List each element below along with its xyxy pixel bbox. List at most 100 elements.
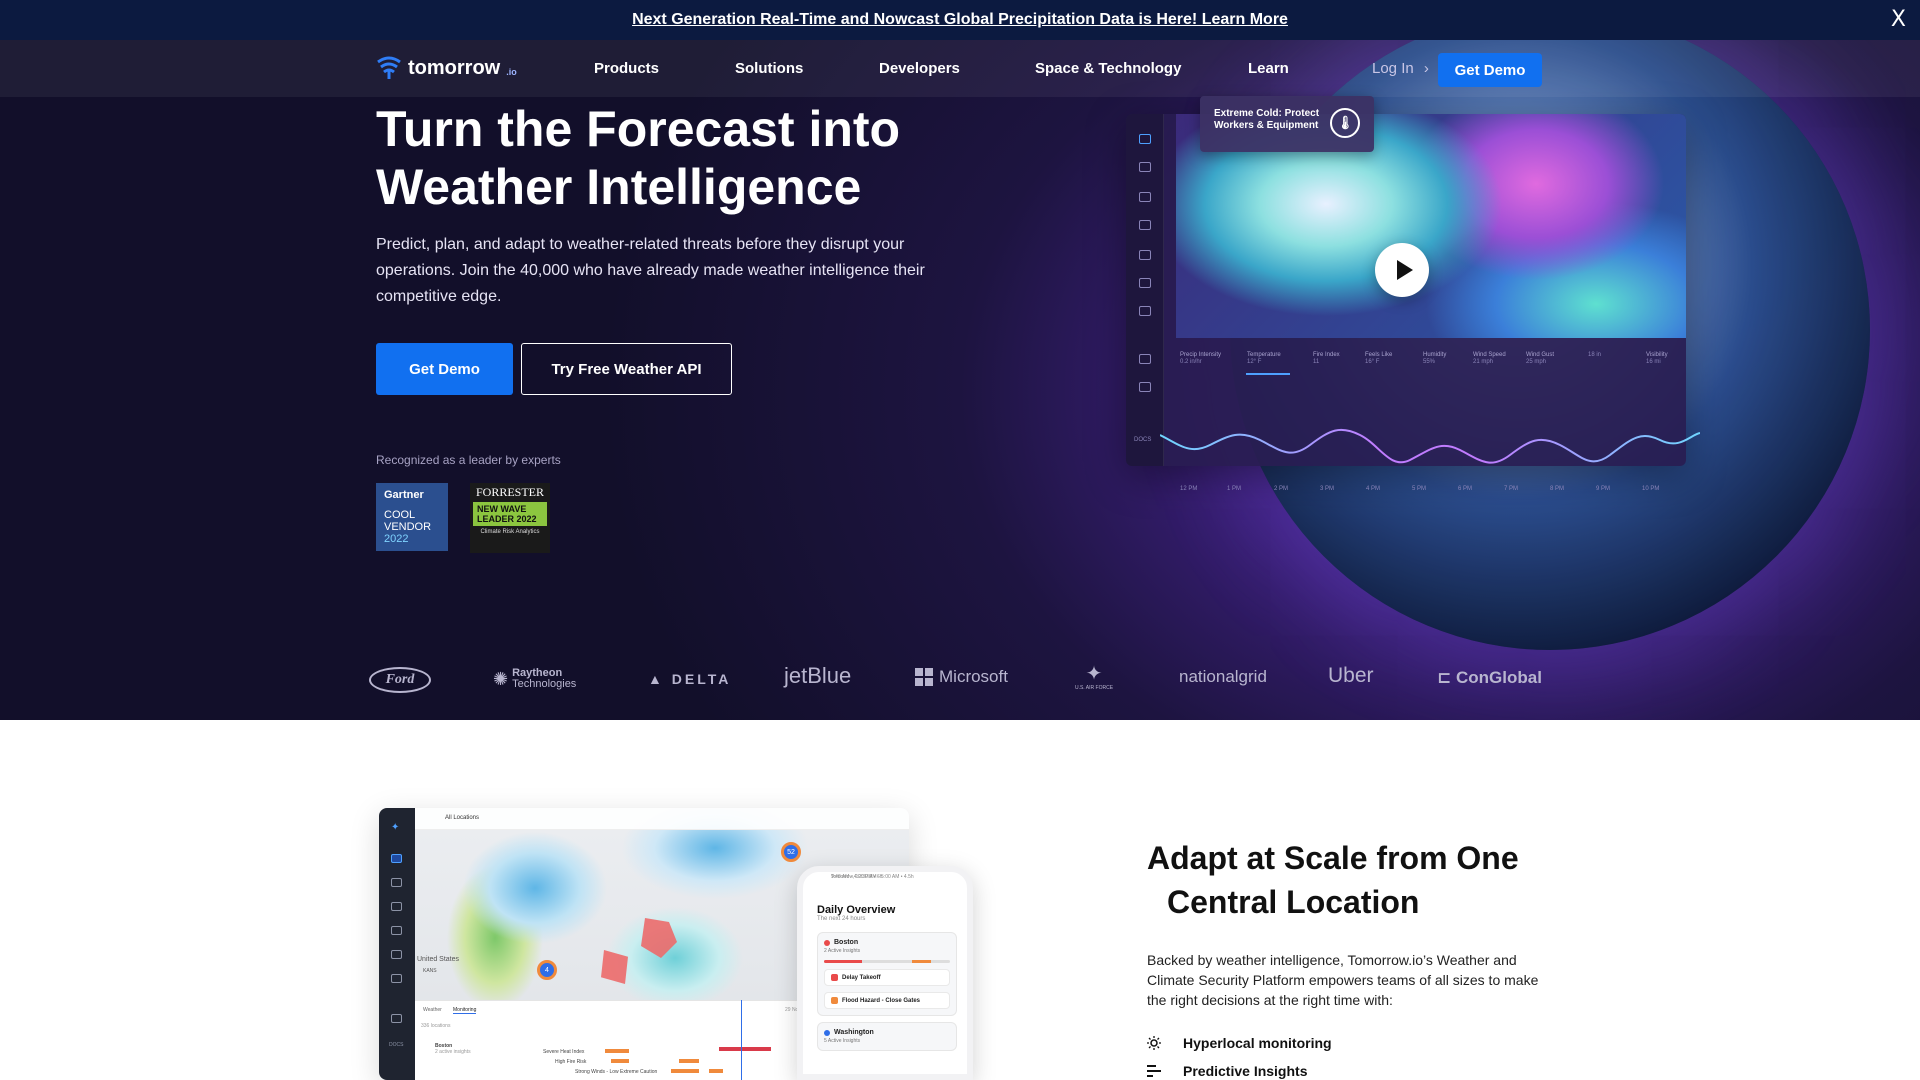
metric-item[interactable]: Precip Intensity 0.2 in/hr xyxy=(1180,352,1221,366)
gantt-label: Severe Heat Index xyxy=(543,1049,585,1055)
metric-item[interactable]: 18 in xyxy=(1588,352,1601,359)
row-sub: 2 active insights xyxy=(435,1049,471,1055)
docs-label: DOCS xyxy=(1134,437,1152,443)
phone-location-card[interactable]: Boston 2 Active Insights Delay Takeoff 9… xyxy=(817,874,957,1016)
location-icon xyxy=(1139,220,1151,230)
location-icon[interactable] xyxy=(391,926,402,935)
phone-city: Boston xyxy=(824,939,950,946)
nav-get-demo-button[interactable]: Get Demo xyxy=(1438,53,1542,87)
forrester-leader: NEW WAVE LEADER 2022 xyxy=(473,502,547,526)
phone-alert[interactable]: Delay Takeoff 9:40 AM - 4:00 PM • 6h xyxy=(824,874,950,986)
nationalgrid-logo: nationalgrid xyxy=(1179,667,1267,686)
status-dot-icon xyxy=(824,1029,830,1036)
location-pin[interactable]: 4 xyxy=(537,960,557,980)
metric-item[interactable]: Visibility 16 mi xyxy=(1646,352,1668,366)
recognized-label: Recognized as a leader by experts xyxy=(376,453,561,467)
metrics-row: Precip Intensity 0.2 in/hr Temperature 12°… xyxy=(1180,352,1700,382)
chart-icon[interactable] xyxy=(391,902,402,911)
platform-sidebar: ✦ DOCS xyxy=(379,808,415,1080)
phone-location-card[interactable]: Washington 5 Active Insights xyxy=(817,1022,957,1051)
play-video-button[interactable] xyxy=(1375,243,1429,297)
announcement-bar: Next Generation Real-Time and Nowcast Gl… xyxy=(0,0,1920,40)
gartner-line1: COOL xyxy=(384,509,416,521)
forrester-line2: LEADER 2022 xyxy=(477,514,537,524)
microsoft-grid-icon xyxy=(915,668,933,686)
phone-city: Washington xyxy=(824,1029,950,1036)
metric-item[interactable]: Fire Index 11 xyxy=(1313,352,1340,366)
bulb-icon[interactable] xyxy=(391,950,402,959)
gartner-year: 2022 xyxy=(384,533,409,545)
gartner-line2: VENDOR xyxy=(384,521,432,533)
metric-item[interactable]: Wind Gust 25 mph xyxy=(1526,352,1554,366)
tab-weather[interactable]: Weather xyxy=(423,1007,442,1013)
status-dot-icon xyxy=(824,939,830,946)
section-title-line1: Adapt at Scale from One xyxy=(1147,840,1519,876)
code-icon[interactable] xyxy=(391,1014,402,1023)
sliders-icon xyxy=(1147,1065,1161,1077)
bell-icon[interactable] xyxy=(391,974,402,983)
map-icon[interactable] xyxy=(391,854,402,863)
get-demo-button[interactable]: Get Demo xyxy=(376,343,513,395)
phone-risk-bar xyxy=(824,960,950,963)
conglobal-mark-icon: ⊏ xyxy=(1437,668,1452,687)
time-tick: 8 PM xyxy=(1550,486,1565,492)
metric-item[interactable]: Humidity 55% xyxy=(1423,352,1446,366)
extreme-cold-alert: Extreme Cold: Protect Workers & Equipmen… xyxy=(1200,96,1374,152)
raytheon-logo: ✺ Raytheon Technologies xyxy=(493,667,577,690)
forecast-line xyxy=(1160,428,1700,464)
location-filter[interactable]: All Locations xyxy=(445,815,479,821)
feature-label: Hyperlocal monitoring xyxy=(1183,1035,1332,1051)
gantt-bar xyxy=(671,1069,699,1073)
docs-label: DOCS xyxy=(389,1042,404,1048)
thermometer-icon: 🌡 xyxy=(1330,108,1360,138)
nav-solutions[interactable]: Solutions xyxy=(735,60,803,77)
dashboard-sidebar: DOCS xyxy=(1126,114,1164,466)
layers-icon[interactable] xyxy=(391,878,402,887)
map-label-state: KANS xyxy=(423,968,437,974)
login-link[interactable]: Log In › xyxy=(1372,60,1429,77)
tab-monitoring[interactable]: Monitoring xyxy=(453,1007,477,1014)
location-pin[interactable]: 52 xyxy=(781,842,801,862)
gantt-bar xyxy=(611,1059,629,1063)
map-label-country: United States xyxy=(417,956,460,963)
phone-preview: Daily Overview The next 24 hours Boston … xyxy=(797,866,973,1080)
phone-alert[interactable]: Flood Hazard - Close Gates Tomorrow, 12:… xyxy=(824,874,950,1009)
metric-item[interactable]: Temperature 12° F xyxy=(1247,352,1281,366)
gantt-bar xyxy=(679,1059,699,1063)
logo-suffix: .io xyxy=(506,67,517,77)
alert-square-icon xyxy=(831,974,838,981)
map-icon xyxy=(1139,134,1151,144)
feature-label: Predictive Insights xyxy=(1183,1063,1308,1079)
clipboard-icon xyxy=(1139,306,1151,316)
announcement-link[interactable]: Next Generation Real-Time and Nowcast Gl… xyxy=(632,11,1288,29)
time-tick: 7 PM xyxy=(1504,486,1519,492)
metric-item[interactable]: Wind Speed 21 mph xyxy=(1473,352,1506,366)
nav-space-technology[interactable]: Space & Technology xyxy=(1035,60,1181,77)
alert-region xyxy=(601,950,628,984)
uber-logo: Uber xyxy=(1328,664,1374,687)
gantt-label: Strong Winds - Low Extreme Caution xyxy=(575,1069,658,1075)
section-title-line2: Central Location xyxy=(1167,884,1420,920)
tomorrow-logo[interactable]: tomorrow .io xyxy=(376,56,517,80)
try-free-api-button[interactable]: Try Free Weather API xyxy=(521,343,732,395)
hero-title: Turn the Forecast into Weather Intellige… xyxy=(376,101,901,215)
bell-icon xyxy=(1139,278,1151,288)
time-tick: 12 PM xyxy=(1180,486,1198,492)
logo-text: tomorrow xyxy=(408,56,501,79)
nav-products[interactable]: Products xyxy=(594,60,659,77)
code-icon xyxy=(1139,382,1151,392)
sun-icon xyxy=(1147,1036,1161,1050)
section-body: Backed by weather intelligence, Tomorrow… xyxy=(1147,952,1539,1008)
close-icon[interactable]: X xyxy=(1891,7,1906,32)
raytheon-mark-icon: ✺ xyxy=(493,669,509,689)
alert-region xyxy=(641,918,677,958)
gantt-bar xyxy=(719,1047,771,1051)
time-tick: 2 PM xyxy=(1274,486,1289,492)
nav-developers[interactable]: Developers xyxy=(879,60,960,77)
alert-square-icon xyxy=(831,997,838,1004)
gartner-brand: Gartner xyxy=(384,489,424,501)
metric-item[interactable]: Feels Like 16° F xyxy=(1365,352,1392,366)
home-icon xyxy=(1139,354,1151,364)
nav-learn[interactable]: Learn xyxy=(1248,60,1289,77)
phone-insights: 5 Active Insights xyxy=(824,1038,861,1044)
